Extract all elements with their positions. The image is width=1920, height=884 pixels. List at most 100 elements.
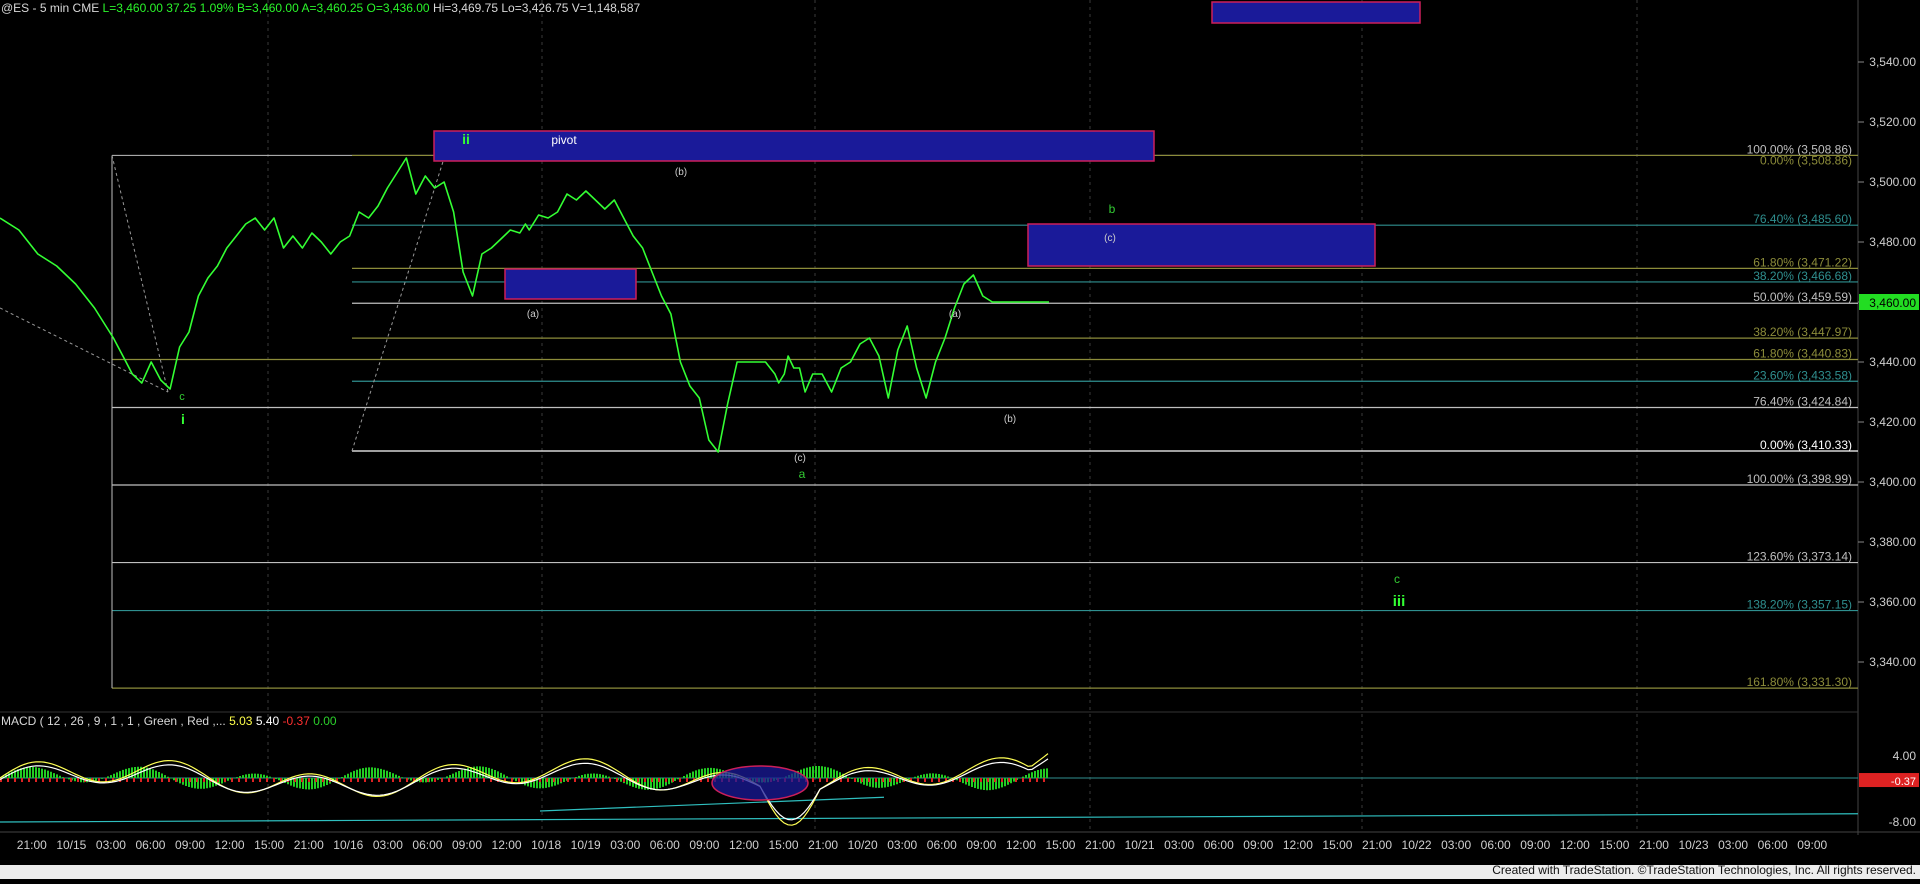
credit-text: Created with TradeStation. ©TradeStation… bbox=[1492, 863, 1916, 877]
macd-value-3: -0.37 bbox=[282, 714, 310, 728]
wave-label-1: pivot bbox=[551, 133, 577, 147]
fib-label-10: 0.00% (3,410.33) bbox=[1760, 438, 1852, 452]
symbol-header: @ES - 5 min CME L=3,460.00 37.25 1.09% B… bbox=[1, 1, 640, 15]
x-tick-label-1: 10/15 bbox=[56, 838, 86, 852]
x-tick-label-37: 06:00 bbox=[1481, 838, 1511, 852]
x-tick-label-45: 09:00 bbox=[1797, 838, 1827, 852]
zone-box-3 bbox=[1211, 1, 1421, 24]
x-tick-label-0: 21:00 bbox=[17, 838, 47, 852]
x-tick-label-23: 06:00 bbox=[927, 838, 957, 852]
wave-label-3: b bbox=[1109, 202, 1116, 216]
wave-label-5: (a) bbox=[527, 309, 539, 320]
fib-label-12: 123.60% (3,373.14) bbox=[1747, 550, 1852, 564]
x-tick-label-7: 21:00 bbox=[294, 838, 324, 852]
macd-value-4: 0.00 bbox=[313, 714, 337, 728]
x-tick-label-39: 12:00 bbox=[1560, 838, 1590, 852]
x-tick-label-35: 10/22 bbox=[1402, 838, 1432, 852]
macd-tick-label-0: 4.00 bbox=[1893, 749, 1917, 763]
x-tick-label-28: 10/21 bbox=[1125, 838, 1155, 852]
x-tick-label-41: 21:00 bbox=[1639, 838, 1669, 852]
wave-label-12: c bbox=[1394, 572, 1400, 586]
x-tick-label-42: 10/23 bbox=[1679, 838, 1709, 852]
y-tick-label-5: 3,440.00 bbox=[1869, 355, 1916, 369]
x-tick-label-24: 09:00 bbox=[966, 838, 996, 852]
macd-tick-label-2: -8.00 bbox=[1889, 815, 1917, 829]
fib-label-5: 50.00% (3,459.59) bbox=[1753, 290, 1852, 304]
macd-header: MACD ( 12 , 26 , 9 , 1 , 1 , Green , Red… bbox=[1, 714, 337, 728]
x-tick-label-22: 03:00 bbox=[887, 838, 917, 852]
x-tick-label-43: 03:00 bbox=[1718, 838, 1748, 852]
fib-label-11: 100.00% (3,398.99) bbox=[1747, 472, 1852, 486]
x-tick-label-20: 21:00 bbox=[808, 838, 838, 852]
x-tick-label-32: 12:00 bbox=[1283, 838, 1313, 852]
change-pct: 1.09% bbox=[199, 1, 234, 15]
price-chart[interactable]: 100.00% (3,508.86)0.00% (3,508.86)76.40%… bbox=[0, 0, 1920, 879]
open-price: O=3,436.00 bbox=[366, 1, 430, 15]
macd-value-2: 5.40 bbox=[255, 714, 280, 728]
x-tick-label-9: 03:00 bbox=[373, 838, 403, 852]
fib-label-4: 38.20% (3,466.68) bbox=[1753, 269, 1852, 283]
chart-window: 100.00% (3,508.86) 0.00% (3,508.86) 76.40%… bbox=[0, 0, 1920, 879]
y-tick-label-7: 3,480.00 bbox=[1869, 235, 1916, 249]
fib-label-13: 138.20% (3,357.15) bbox=[1747, 598, 1852, 612]
wave-label-10: (c) bbox=[794, 453, 806, 464]
x-tick-label-4: 09:00 bbox=[175, 838, 205, 852]
fib-label-14: 161.80% (3,331.30) bbox=[1747, 675, 1852, 689]
x-tick-label-38: 09:00 bbox=[1520, 838, 1550, 852]
zone-box-2 bbox=[1027, 223, 1376, 267]
y-tick-label-4: 3,420.00 bbox=[1869, 415, 1916, 429]
x-tick-label-5: 12:00 bbox=[215, 838, 245, 852]
high-price: Hi=3,469.75 bbox=[432, 1, 498, 15]
y-tick-label-1: 3,360.00 bbox=[1869, 595, 1916, 609]
x-tick-label-12: 12:00 bbox=[492, 838, 522, 852]
wave-label-7: c bbox=[179, 391, 185, 403]
x-tick-label-8: 10/16 bbox=[333, 838, 363, 852]
x-tick-label-19: 15:00 bbox=[769, 838, 799, 852]
ask-price: A=3,460.25 bbox=[301, 1, 364, 15]
x-tick-label-10: 06:00 bbox=[412, 838, 442, 852]
fib-label-6: 38.20% (3,447.97) bbox=[1753, 325, 1852, 339]
macd-label: MACD ( 12 , 26 , 9 , 1 , 1 , Green , Red… bbox=[1, 714, 226, 728]
fib-label-8: 23.60% (3,433.58) bbox=[1753, 368, 1852, 382]
macd-tick-label-1: -0.37 bbox=[1891, 776, 1916, 788]
y-tick-label-0: 3,340.00 bbox=[1869, 655, 1916, 669]
current-price-label: 3,460.00 bbox=[1869, 296, 1916, 310]
fib-label-7: 61.80% (3,440.83) bbox=[1753, 347, 1852, 361]
x-tick-label-27: 21:00 bbox=[1085, 838, 1115, 852]
x-tick-label-25: 12:00 bbox=[1006, 838, 1036, 852]
x-tick-label-3: 06:00 bbox=[135, 838, 165, 852]
volume: V=1,148,587 bbox=[571, 1, 641, 15]
low-price: Lo=3,426.75 bbox=[501, 1, 569, 15]
x-tick-label-40: 15:00 bbox=[1599, 838, 1629, 852]
x-tick-label-2: 03:00 bbox=[96, 838, 126, 852]
change-value: 37.25 bbox=[166, 1, 197, 15]
x-tick-label-36: 03:00 bbox=[1441, 838, 1471, 852]
y-tick-label-2: 3,380.00 bbox=[1869, 535, 1916, 549]
fib-label-2: 76.40% (3,485.60) bbox=[1753, 212, 1852, 226]
x-tick-label-13: 10/18 bbox=[531, 838, 561, 852]
x-tick-label-26: 15:00 bbox=[1045, 838, 1075, 852]
symbol-label: @ES - 5 min CME bbox=[1, 1, 100, 15]
x-tick-label-6: 15:00 bbox=[254, 838, 284, 852]
zone-box-0 bbox=[433, 130, 1155, 162]
x-tick-label-29: 03:00 bbox=[1164, 838, 1194, 852]
bid-price: B=3,460.00 bbox=[237, 1, 299, 15]
wave-label-13: iii bbox=[1393, 593, 1406, 610]
zone-box-1 bbox=[504, 268, 637, 300]
x-tick-label-34: 21:00 bbox=[1362, 838, 1392, 852]
x-tick-label-18: 12:00 bbox=[729, 838, 759, 852]
fib-label-1: 0.00% (3,508.86) bbox=[1760, 153, 1852, 167]
wave-label-8: i bbox=[181, 411, 185, 427]
y-tick-label-8: 3,500.00 bbox=[1869, 175, 1916, 189]
wave-label-6: (a) bbox=[949, 309, 961, 320]
x-tick-label-33: 15:00 bbox=[1322, 838, 1352, 852]
wave-label-0: ii bbox=[462, 131, 470, 147]
fib-label-3: 61.80% (3,471.22) bbox=[1753, 255, 1852, 269]
x-tick-label-31: 09:00 bbox=[1243, 838, 1273, 852]
y-tick-label-10: 3,540.00 bbox=[1869, 55, 1916, 69]
macd-value-1: 5.03 bbox=[229, 714, 253, 728]
wave-label-9: (b) bbox=[1004, 414, 1016, 425]
x-tick-label-21: 10/20 bbox=[848, 838, 878, 852]
x-tick-label-16: 06:00 bbox=[650, 838, 680, 852]
x-tick-label-30: 06:00 bbox=[1204, 838, 1234, 852]
